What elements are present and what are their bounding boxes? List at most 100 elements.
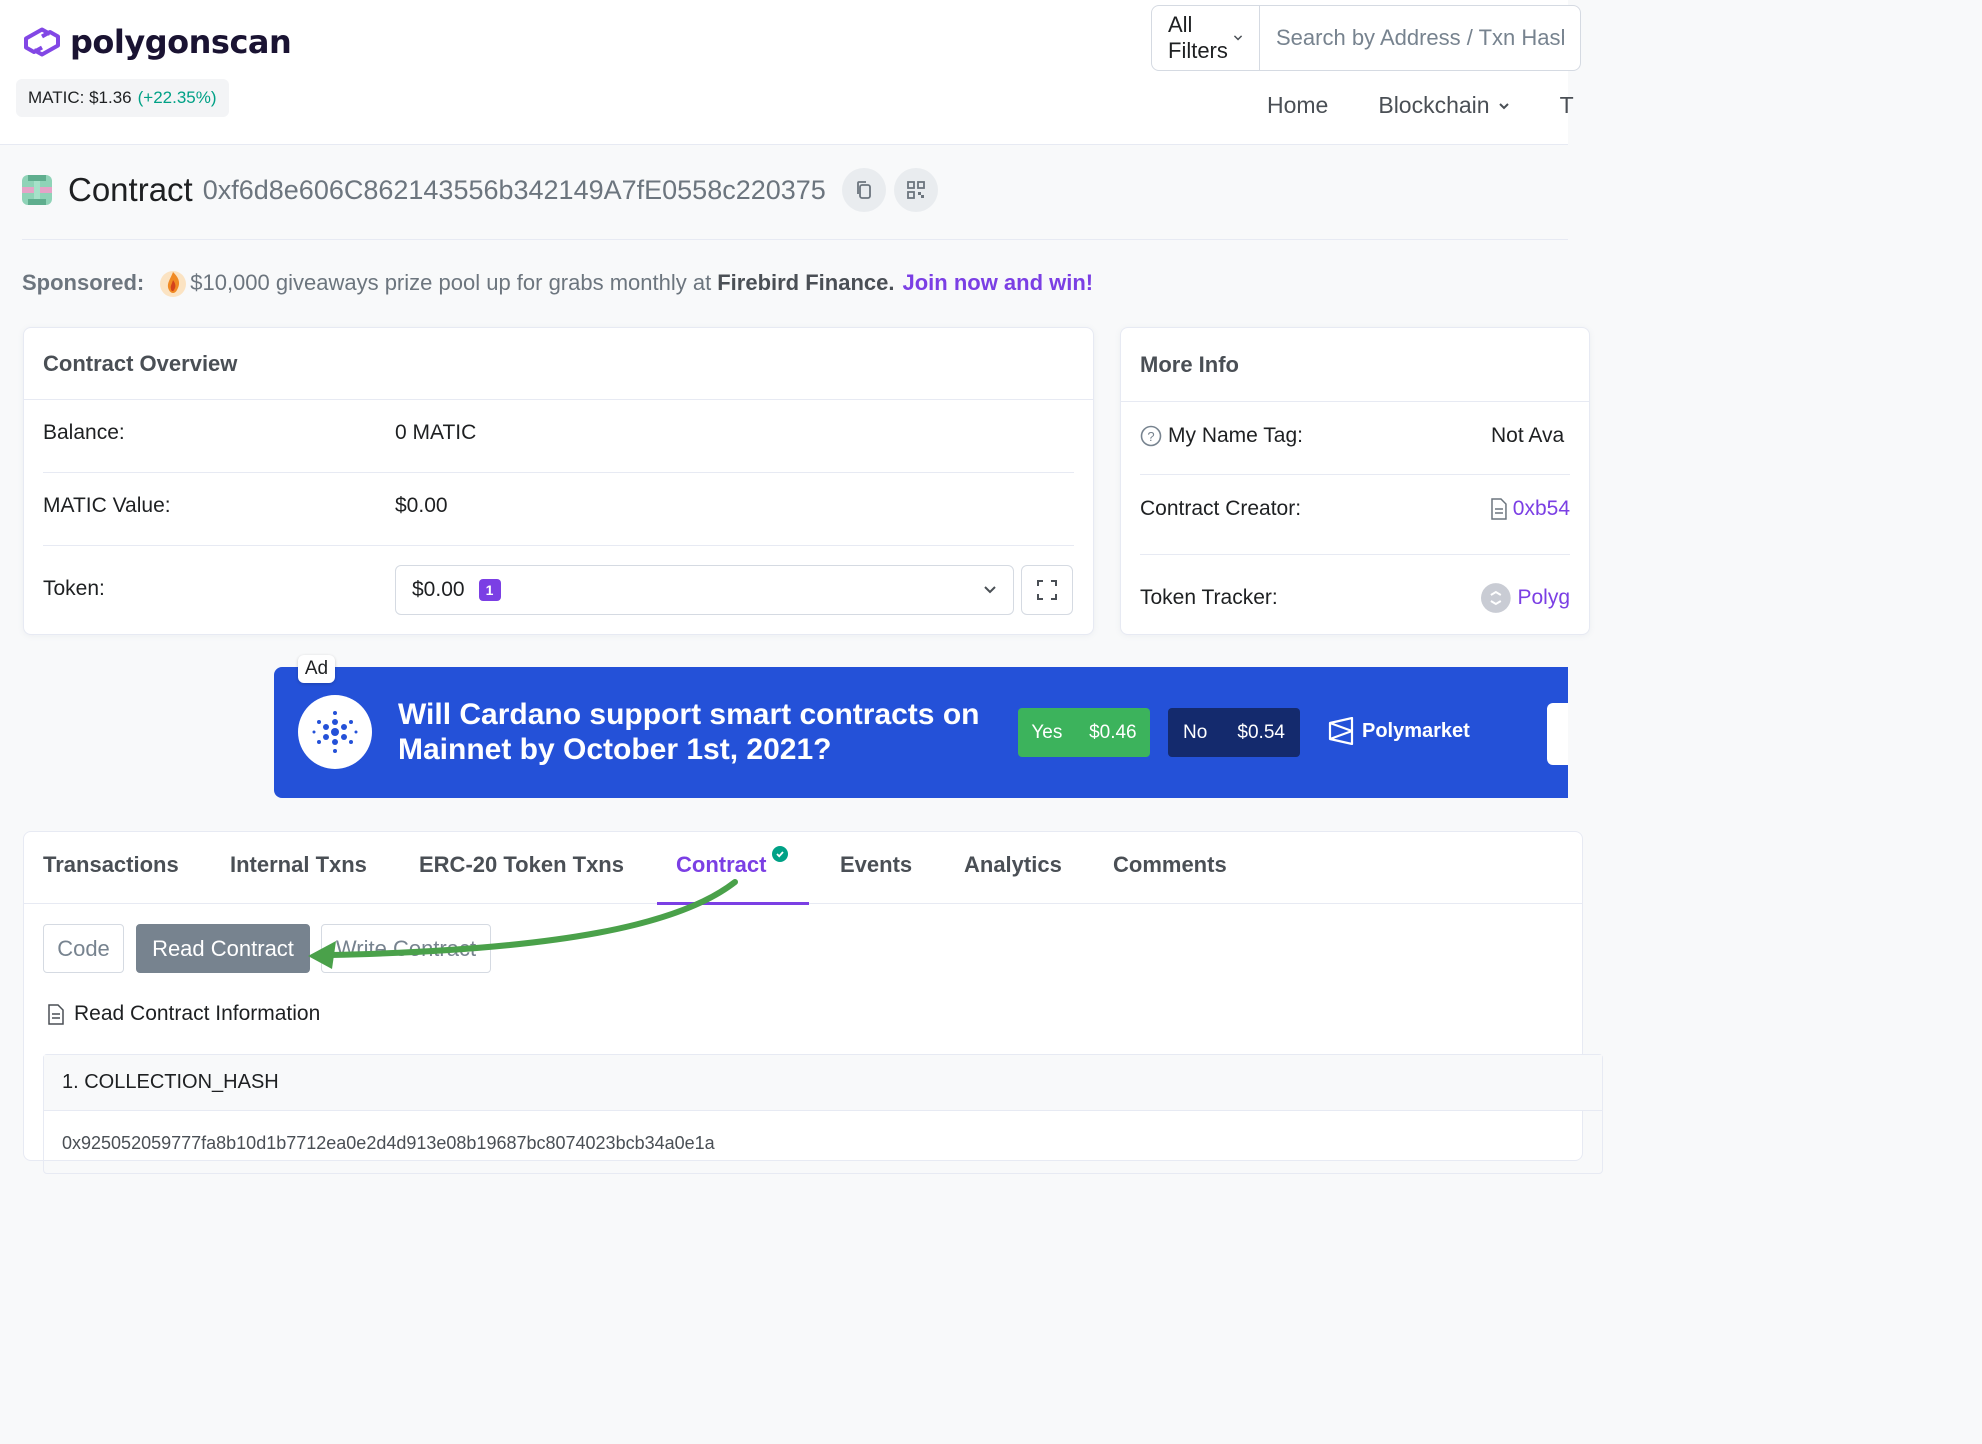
nav-tokens-label: T [1559, 92, 1574, 118]
ad-yes-button[interactable]: Yes $0.46 [1018, 708, 1150, 757]
ad-yes-price: $0.46 [1089, 721, 1137, 743]
polygon-token-icon [1480, 583, 1511, 613]
token-label: Token: [43, 577, 105, 600]
token-tracker-label: Token Tracker: [1140, 586, 1278, 609]
polygon-logo-icon [24, 27, 60, 57]
document-icon [48, 1003, 64, 1025]
token-holdings-dropdown[interactable]: $0.00 1 [395, 565, 1014, 615]
nav-blockchain[interactable]: Blockchain [1378, 92, 1509, 119]
tab-transactions[interactable]: Transactions [43, 852, 179, 878]
token-tracker-link[interactable]: Polyg [1517, 586, 1570, 610]
token-tracker-row: Token Tracker: Polyg [1140, 582, 1570, 614]
contract-address: 0xf6d8e606C862143556b342149A7fE0558c2203… [202, 174, 826, 205]
page-title: Contract [68, 171, 193, 208]
qr-code-icon [906, 181, 925, 199]
chevron-down-icon [1233, 35, 1243, 41]
polymarket-ad-banner[interactable]: Will Cardano support smart contracts on … [274, 667, 1568, 798]
help-icon[interactable]: ? [1140, 425, 1162, 447]
cardano-logo-icon [298, 695, 372, 769]
search-input[interactable] [1260, 6, 1580, 70]
code-subtab-button[interactable]: Code [43, 924, 124, 973]
name-tag-value: Not Ava [1491, 424, 1565, 447]
filter-label: All Filters [1168, 12, 1228, 63]
svg-text:?: ? [1147, 429, 1154, 444]
creator-row: Contract Creator: 0xb54 [1140, 497, 1570, 521]
tab-analytics[interactable]: Analytics [964, 852, 1062, 878]
ad-question: Will Cardano support smart contracts on … [398, 697, 988, 767]
sponsored-banner: Sponsored: $10,000 giveaways prize pool … [22, 268, 1093, 298]
verified-check-icon [772, 846, 789, 862]
polymarket-name: Polymarket [1362, 719, 1470, 742]
contract-avatar-icon [22, 175, 52, 205]
contract-overview-card: Contract Overview Balance: 0 MATIC MATIC… [23, 327, 1094, 635]
creator-label: Contract Creator: [1140, 497, 1302, 520]
matic-price-value: MATIC: $1.36 [28, 88, 132, 107]
copy-address-button[interactable] [841, 168, 886, 212]
matic-value: $0.00 [395, 494, 448, 517]
name-tag-row: ? My Name Tag: Not Ava [1140, 424, 1570, 448]
card-title: Contract Overview [24, 328, 1093, 400]
copy-icon [856, 181, 871, 199]
chevron-down-icon [984, 586, 996, 594]
polygonscan-logo[interactable]: polygonscan [20, 22, 292, 62]
contract-title-row: Contract 0xf6d8e606C862143556b342149A7fE… [22, 166, 938, 214]
tab-events[interactable]: Events [840, 852, 912, 878]
more-info-card: More Info ? My Name Tag: Not Ava Contrac… [1120, 327, 1590, 635]
nav-home[interactable]: Home [1267, 92, 1328, 119]
write-contract-subtab-button[interactable]: Write Contract [321, 924, 491, 973]
read-contract-info-label: Read Contract Information [74, 1002, 321, 1025]
polymarket-logo-icon [1328, 717, 1354, 745]
site-header: polygonscan MATIC: $1.36 (+22.35%) All F… [0, 0, 1581, 145]
name-tag-label: My Name Tag: [1168, 424, 1303, 447]
ad-no-label: No [1183, 721, 1208, 743]
main-nav: Home Blockchain T [1267, 92, 1574, 119]
ad-question-line2: Mainnet by October 1st, 2021? [398, 733, 832, 766]
sponsored-label: Sponsored: [22, 270, 145, 295]
ad-no-button[interactable]: No $0.54 [1168, 708, 1300, 757]
balance-row: Balance: 0 MATIC [43, 421, 1074, 445]
divider [43, 545, 1074, 546]
ad-no-price: $0.54 [1237, 721, 1285, 743]
card-title: More Info [1121, 328, 1589, 402]
token-count-badge: 1 [478, 579, 501, 601]
matic-value-label: MATIC Value: [43, 494, 171, 517]
tab-bar: Transactions Internal Txns ERC-20 Token … [24, 832, 1582, 905]
tab-internal-txns[interactable]: Internal Txns [230, 852, 367, 878]
ad-yes-label: Yes [1031, 721, 1063, 743]
matic-price: MATIC: $1.36 (+22.35%) [16, 79, 229, 117]
active-tab-indicator [657, 902, 809, 905]
firebird-icon [160, 271, 187, 297]
creator-address-link[interactable]: 0xb54 [1513, 497, 1570, 521]
expand-token-view-button[interactable] [1021, 565, 1073, 615]
ad-cta-edge[interactable] [1547, 703, 1568, 765]
read-contract-info: Read Contract Information [48, 1002, 320, 1026]
matic-price-change: (+22.35%) [137, 88, 217, 107]
read-contract-subtab-button[interactable]: Read Contract [136, 924, 310, 973]
filter-dropdown[interactable]: All Filters [1152, 6, 1260, 70]
ad-tag: Ad [298, 655, 335, 683]
contract-tabs-card: Transactions Internal Txns ERC-20 Token … [23, 831, 1603, 1174]
matic-value-row: MATIC Value: $0.00 [43, 494, 1074, 518]
divider [1140, 474, 1570, 475]
balance-value: 0 MATIC [395, 421, 477, 444]
tab-erc20-token-txns[interactable]: ERC-20 Token Txns [419, 852, 624, 878]
ad-question-line1: Will Cardano support smart contracts on [398, 698, 980, 731]
sponsored-cta-link[interactable]: Join now and win! [902, 270, 1093, 296]
method-result-value: 0x925052059777fa8b10d1b7712ea0e2d4d913e0… [62, 1133, 715, 1153]
sponsored-text: $10,000 giveaways prize pool up for grab… [190, 270, 712, 295]
divider [43, 472, 1074, 473]
nav-tokens[interactable]: T [1560, 92, 1574, 119]
method-header[interactable]: 1. COLLECTION_HASH [44, 1055, 1602, 1111]
tab-comments[interactable]: Comments [1113, 852, 1227, 878]
balance-label: Balance: [43, 421, 125, 444]
method-accordion: 1. COLLECTION_HASH 0x925052059777fa8b10d… [43, 1054, 1603, 1174]
document-icon [1491, 498, 1507, 520]
search-bar: All Filters [1151, 5, 1581, 71]
qr-code-button[interactable] [893, 168, 938, 212]
sponsored-brand: Firebird Finance. [717, 270, 895, 295]
tab-contract[interactable]: Contract [676, 846, 789, 878]
divider [1140, 554, 1570, 555]
logo-text: polygonscan [70, 23, 292, 61]
polymarket-brand: Polymarket [1328, 717, 1470, 745]
title-divider [22, 239, 1568, 240]
